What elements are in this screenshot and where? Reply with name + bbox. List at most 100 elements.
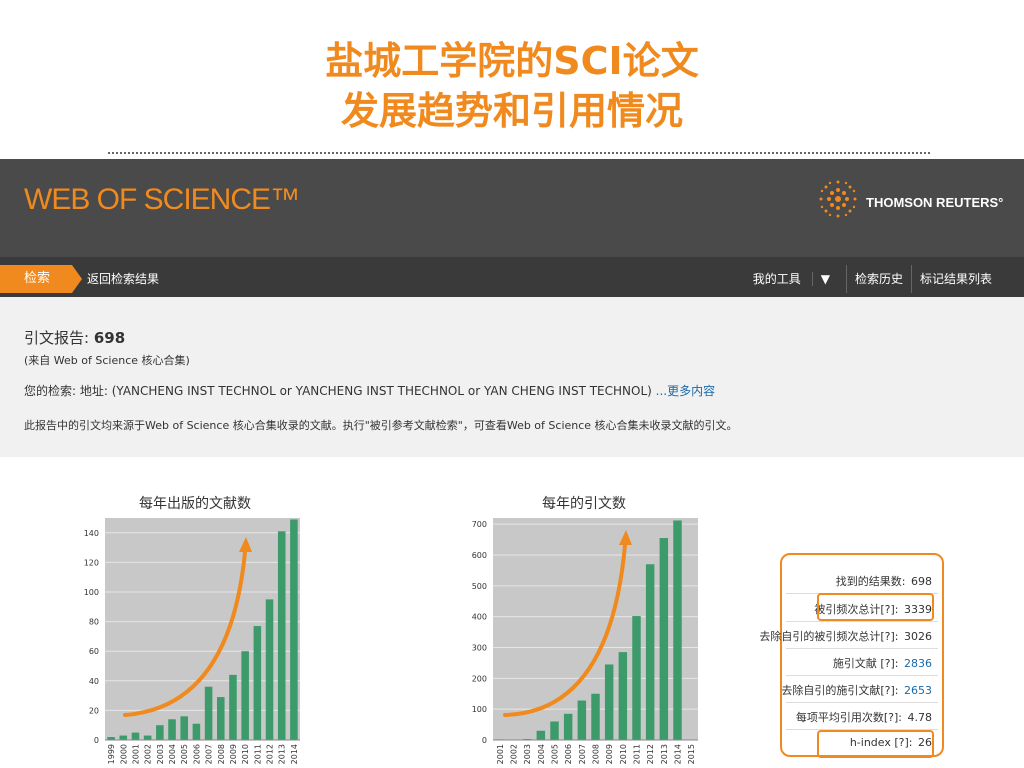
marked-list-link[interactable]: 标记结果列表	[910, 265, 1000, 293]
nav-search-tab[interactable]: 检索	[0, 265, 82, 293]
chart1-bar[interactable]	[229, 674, 237, 740]
my-tools-label: 我的工具	[752, 272, 801, 286]
chart1-x-tick-label: 2002	[144, 744, 153, 764]
chart2-y-tick-label: 400	[472, 613, 487, 622]
chart2-bar[interactable]	[659, 538, 669, 740]
chart2-y-tick-label: 100	[472, 705, 487, 714]
chart2-y-tick-label: 600	[472, 551, 487, 560]
thomson-reuters-brand: THOMSON REUTERS°	[866, 195, 1004, 210]
thomson-reuters-logo-icon	[819, 180, 857, 218]
chart2-bar[interactable]	[577, 700, 587, 740]
chart1-x-tick-label: 1999	[107, 744, 116, 764]
stat-label: 施引文献 [?]:	[832, 657, 899, 670]
chart1-bar[interactable]	[253, 626, 262, 740]
chart1-bar[interactable]	[277, 531, 286, 740]
chart2-x-tick-label: 2012	[646, 744, 655, 764]
chart1-x-tick-label: 2000	[119, 744, 128, 764]
chart2-x-tick-label: 2011	[633, 744, 642, 764]
stat-label: 找到的结果数:	[835, 575, 906, 588]
chart2-bar[interactable]	[673, 520, 682, 740]
chart1-y-tick-label: 40	[89, 677, 99, 686]
stat-value-link[interactable]: 2836	[904, 657, 932, 670]
chart1-bar[interactable]	[168, 719, 176, 740]
chart1-bar[interactable]	[131, 732, 140, 740]
wos-header: WEB OF SCIENCE™ THOMSON REUTERS°	[0, 159, 1024, 257]
report-info-panel: 引文报告: 698 (来自 Web of Science 核心合集) 您的检索:…	[0, 297, 1024, 457]
chart1-bar[interactable]	[119, 735, 128, 740]
chart2-bar[interactable]	[632, 616, 641, 740]
chart1-bar[interactable]	[204, 686, 213, 740]
stat-label: 去除自引的被引频次总计[?]:	[759, 630, 899, 643]
chart1-x-tick-label: 2014	[290, 744, 299, 764]
chart2-y-tick-label: 0	[482, 736, 487, 745]
chart1-x-tick-label: 2007	[205, 744, 214, 764]
slide-title-line1: 盐城工学院的SCI论文	[325, 39, 699, 83]
chart2-x-tick-label: 2003	[523, 744, 532, 764]
stat-label: 去除自引的施引文献[?]:	[781, 684, 899, 697]
slide-title: 盐城工学院的SCI论文 发展趋势和引用情况	[0, 36, 1024, 136]
stat-citing-articles[interactable]: 施引文献 [?]: 2836	[833, 655, 932, 671]
chart2-y-tick-label: 500	[472, 582, 487, 591]
chart2-bar[interactable]	[536, 730, 546, 740]
chart1-x-tick-label: 2006	[192, 744, 201, 764]
chart2-title: 每年的引文数	[542, 496, 626, 512]
chart2-x-tick-label: 2005	[551, 744, 560, 764]
chart2-x-tick-label: 2006	[564, 744, 573, 764]
chart1-x-tick-label: 2013	[278, 744, 287, 764]
slide-title-line2: 发展趋势和引用情况	[340, 89, 683, 133]
chart1-x-tick-label: 2009	[229, 744, 238, 764]
report-count: 698	[93, 329, 126, 347]
chart1-x-tick-label: 2008	[217, 744, 226, 764]
chart1-x-tick-label: 2004	[168, 744, 177, 764]
stats-panel: 找到的结果数: 698 被引频次总计[?]: 3339 去除自引的被引频次总计[…	[759, 553, 944, 757]
chart2-bar[interactable]	[618, 652, 628, 740]
chart1-title: 每年出版的文献数	[139, 496, 251, 512]
chart1-y-tick-label: 20	[89, 706, 99, 715]
chart2-x-tick-label: 2001	[496, 744, 505, 764]
stat-citations-no-self: 去除自引的被引频次总计[?]: 3026	[759, 628, 932, 644]
chart2-bar[interactable]	[604, 664, 614, 740]
chart1-bar[interactable]	[265, 599, 274, 740]
chart2-bar[interactable]	[591, 693, 600, 740]
chart1-bar[interactable]	[241, 651, 249, 740]
my-tools-menu[interactable]: 我的工具 ▼	[737, 265, 846, 293]
chart1-y-tick-label: 120	[84, 558, 99, 567]
chart1-bar[interactable]	[290, 519, 298, 740]
chart1-x-tick-label: 2011	[253, 744, 262, 764]
report-title-label: 引文报告:	[24, 329, 90, 347]
total-citations-highlight	[817, 593, 934, 621]
report-title: 引文报告: 698	[24, 327, 125, 348]
stat-value-link[interactable]: 2653	[904, 684, 932, 697]
wos-logo[interactable]: WEB OF SCIENCE™	[24, 183, 300, 217]
h-index-highlight	[817, 730, 934, 758]
chart1-bar[interactable]	[180, 716, 188, 740]
back-to-results-link[interactable]: 返回检索结果	[87, 265, 159, 293]
chart2-x-tick-label: 2010	[619, 744, 628, 764]
chart2-bar[interactable]	[550, 721, 559, 741]
chart1-bar[interactable]	[143, 735, 152, 740]
chart2-x-tick-label: 2004	[537, 744, 546, 764]
search-history-link[interactable]: 检索历史	[845, 265, 911, 293]
stat-average-citations: 每项平均引用次数[?]: 4.78	[796, 709, 932, 725]
chevron-down-icon: ▼	[811, 272, 838, 286]
stat-results: 找到的结果数: 698	[836, 573, 932, 589]
chart2-y-tick-label: 700	[472, 520, 487, 529]
chart2-x-tick-label: 2014	[674, 744, 683, 764]
more-content-link[interactable]: ...更多内容	[656, 384, 715, 398]
chart1-y-tick-label: 0	[94, 736, 99, 745]
chart1-x-tick-label: 2001	[131, 744, 140, 764]
chart1-x-tick-label: 2005	[180, 744, 189, 764]
chart1-bar[interactable]	[192, 723, 201, 740]
chart1-bar[interactable]	[217, 697, 225, 740]
chart1-y-tick-label: 140	[84, 529, 99, 538]
nav-right-menu: 我的工具 ▼ 检索历史 标记结果列表	[737, 265, 1000, 293]
chart2-x-tick-label: 2013	[660, 744, 669, 764]
query-text: 地址: (YANCHENG INST TECHNOL or YANCHENG I…	[79, 384, 652, 398]
stat-citing-no-self[interactable]: 去除自引的施引文献[?]: 2653	[781, 682, 932, 698]
divider	[786, 621, 938, 622]
report-note: 此报告中的引文均来源于Web of Science 核心合集收录的文献。执行"被…	[24, 419, 738, 432]
chart2-bar[interactable]	[563, 713, 573, 740]
chart2-bar[interactable]	[645, 564, 655, 740]
chart1-bar[interactable]	[156, 725, 164, 740]
chart2-x-tick-label: 2007	[578, 744, 587, 764]
